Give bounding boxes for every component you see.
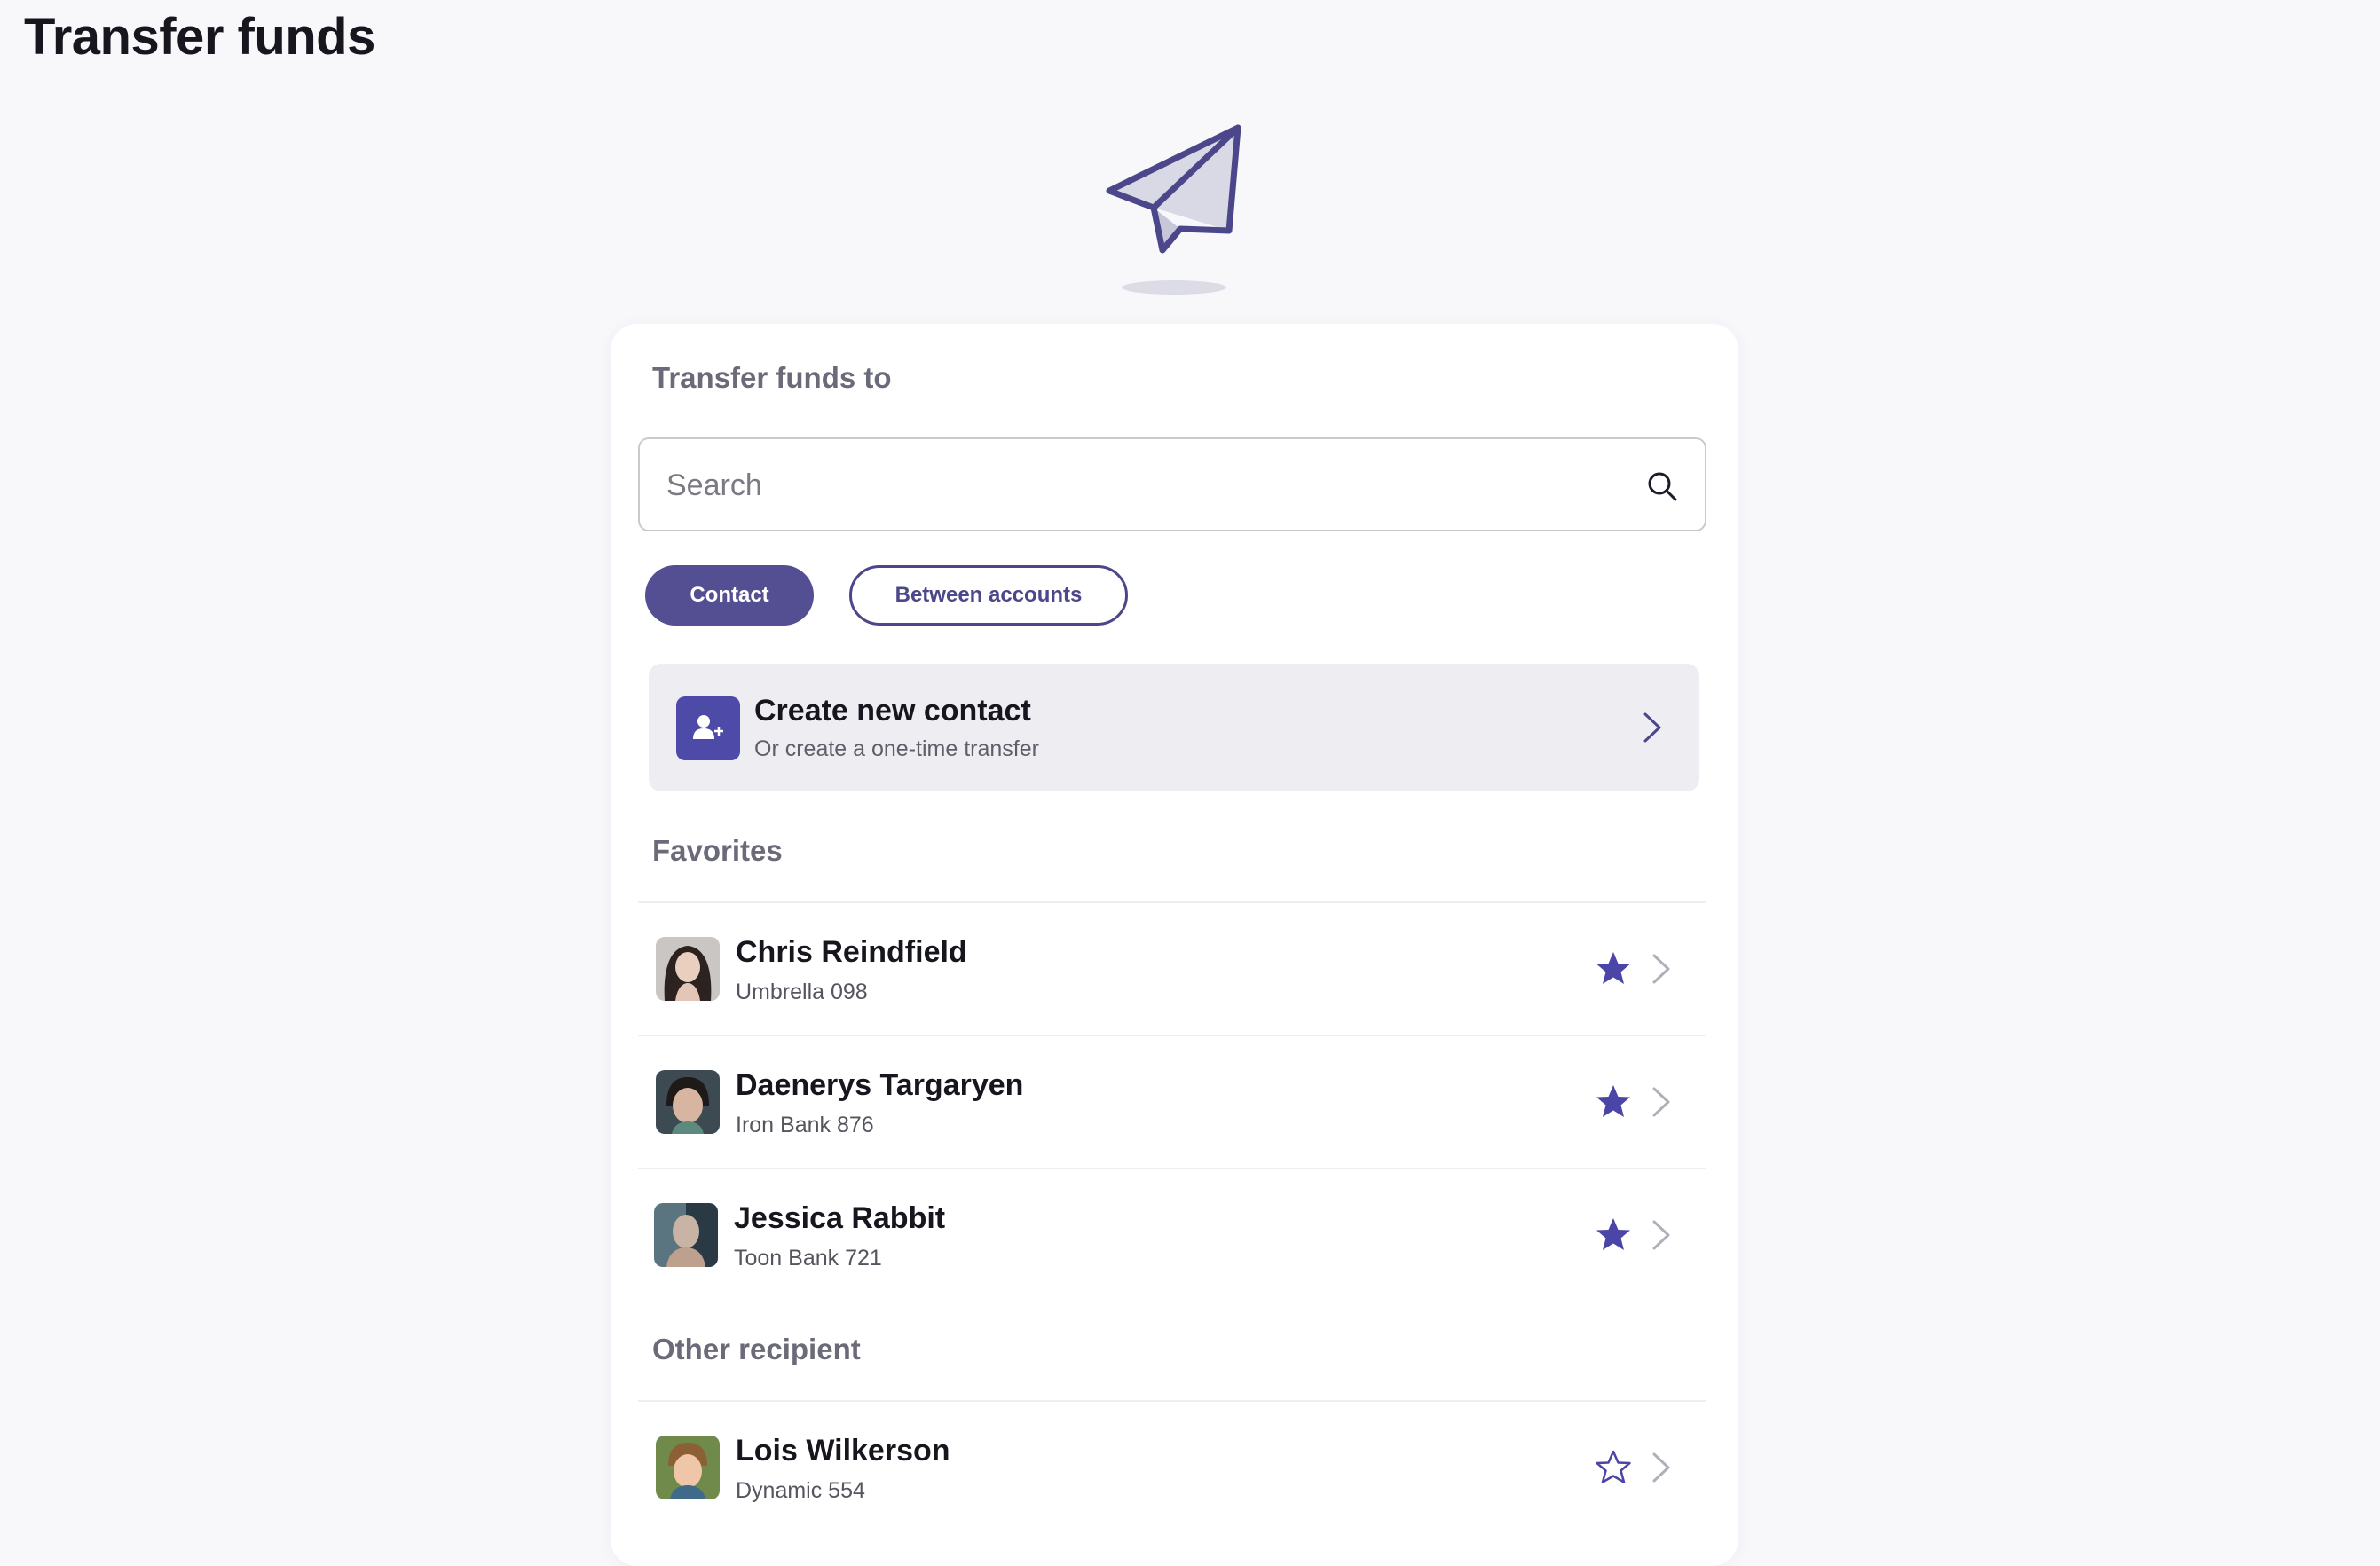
tab-contact[interactable]: Contact — [645, 565, 814, 626]
search-input[interactable] — [665, 439, 1627, 531]
create-contact-subtitle: Or create a one-time transfer — [754, 736, 1039, 761]
chevron-right-icon — [1652, 954, 1670, 984]
favorites-label: Favorites — [652, 834, 783, 867]
contact-name: Jessica Rabbit — [734, 1201, 946, 1235]
other-recipient-label: Other recipient — [652, 1333, 861, 1365]
avatar — [654, 1203, 718, 1267]
chevron-right-icon — [1652, 1452, 1670, 1483]
avatar — [656, 1436, 720, 1499]
contact-bank: Iron Bank 876 — [736, 1113, 874, 1137]
star-outline-icon[interactable] — [1594, 1448, 1633, 1487]
list-item[interactable]: Lois Wilkerson Dynamic 554 — [638, 1402, 1706, 1533]
list-item[interactable]: Daenerys Targaryen Iron Bank 876 — [638, 1036, 1706, 1168]
star-filled-icon[interactable] — [1594, 1216, 1633, 1255]
page-title: Transfer funds — [24, 8, 375, 66]
card-heading: Transfer funds to — [652, 361, 892, 394]
list-item[interactable]: Chris Reindfield Umbrella 098 — [638, 903, 1706, 1035]
add-user-icon — [676, 696, 740, 760]
contact-name: Lois Wilkerson — [736, 1434, 950, 1468]
star-filled-icon[interactable] — [1594, 1082, 1633, 1121]
search-icon[interactable] — [1646, 470, 1678, 502]
avatar — [656, 1070, 720, 1134]
avatar — [656, 937, 720, 1001]
tab-between-accounts[interactable]: Between accounts — [849, 565, 1128, 626]
paper-plane-icon — [1096, 115, 1256, 302]
contact-name: Chris Reindfield — [736, 935, 967, 969]
list-item[interactable]: Jessica Rabbit Toon Bank 721 — [638, 1169, 1706, 1301]
create-contact-title: Create new contact — [754, 694, 1031, 728]
paper-plane-shadow — [1122, 280, 1226, 295]
chevron-right-icon — [1652, 1087, 1670, 1117]
contact-bank: Toon Bank 721 — [734, 1246, 882, 1271]
contact-bank: Dynamic 554 — [736, 1478, 865, 1503]
star-filled-icon[interactable] — [1594, 949, 1633, 988]
chevron-right-icon — [1643, 712, 1661, 743]
contact-name: Daenerys Targaryen — [736, 1068, 1024, 1102]
chevron-right-icon — [1652, 1220, 1670, 1250]
contact-bank: Umbrella 098 — [736, 980, 868, 1004]
transfer-card: Transfer funds to Contact Between accoun… — [611, 324, 1738, 1566]
create-contact-button[interactable]: Create new contact Or create a one-time … — [649, 664, 1699, 791]
search-box — [638, 437, 1706, 531]
